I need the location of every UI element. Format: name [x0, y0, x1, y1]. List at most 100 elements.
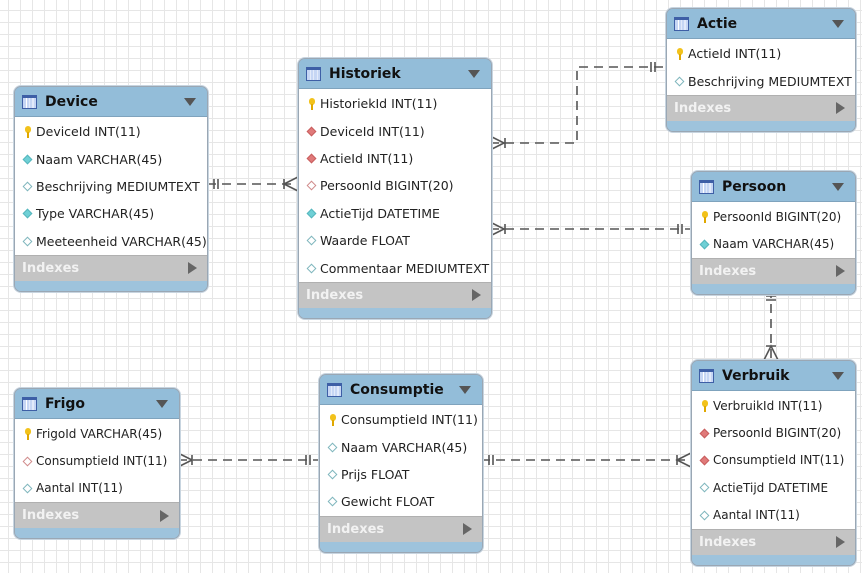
column-row[interactable]: PersoonId BIGINT(20)	[299, 172, 491, 199]
column-row[interactable]: ActieId INT(11)	[299, 145, 491, 172]
table-footer	[15, 528, 179, 539]
column-row[interactable]: Aantal INT(11)	[15, 475, 179, 502]
column-text: Beschrijving MEDIUMTEXT	[688, 73, 852, 89]
table-device[interactable]: Device DeviceId INT(11) Naam VARCHAR(45) B…	[14, 86, 208, 292]
column-row[interactable]: DeviceId INT(11)	[15, 118, 207, 145]
rel-persoon-historiek[interactable]	[489, 221, 691, 237]
column-row[interactable]: Waarde FLOAT	[299, 227, 491, 254]
expand-arrow-icon[interactable]	[188, 262, 197, 275]
nullable-column-icon	[326, 469, 338, 480]
collapse-arrow-icon[interactable]	[459, 385, 471, 394]
expand-arrow-icon[interactable]	[836, 102, 845, 115]
table-header[interactable]: Consumptie	[320, 375, 482, 405]
indexes-label: Indexes	[674, 100, 732, 116]
rel-actie-historiek[interactable]	[489, 62, 666, 151]
column-text: DeviceId INT(11)	[36, 124, 141, 140]
table-name: Device	[45, 93, 98, 110]
column-row[interactable]: VerbruikId INT(11)	[692, 392, 855, 419]
expand-arrow-icon[interactable]	[836, 265, 845, 278]
table-name: Historiek	[329, 65, 401, 82]
indexes-section[interactable]: Indexes	[15, 502, 179, 529]
indexes-section[interactable]: Indexes	[692, 528, 855, 555]
primary-key-icon	[698, 210, 710, 223]
table-header[interactable]: Historiek	[299, 59, 491, 89]
rel-persoon-verbruik[interactable]	[763, 289, 779, 361]
column-row[interactable]: ConsumptieId INT(11)	[15, 447, 179, 474]
collapse-arrow-icon[interactable]	[184, 97, 196, 106]
column-list: ConsumptieId INT(11) Naam VARCHAR(45) Prij…	[320, 405, 482, 516]
column-row[interactable]: ActieTijd DATETIME	[299, 200, 491, 227]
indexes-section[interactable]: Indexes	[299, 281, 491, 308]
table-icon	[22, 94, 37, 109]
foreign-key-icon	[305, 126, 317, 137]
column-text: Gewicht FLOAT	[341, 494, 435, 510]
column-row[interactable]: ConsumptieId INT(11)	[320, 406, 482, 433]
column-row[interactable]: PersoonId BIGINT(20)	[692, 419, 855, 446]
table-header[interactable]: Actie	[667, 9, 855, 39]
collapse-arrow-icon[interactable]	[832, 371, 844, 380]
table-footer	[667, 120, 855, 131]
table-verbruik[interactable]: Verbruik VerbruikId INT(11) PersoonId BIG…	[691, 360, 856, 566]
not-null-column-icon	[698, 239, 710, 250]
column-text: ActieTijd DATETIME	[713, 480, 829, 495]
nullable-column-icon	[698, 482, 710, 493]
column-row[interactable]: Aantal INT(11)	[692, 502, 855, 529]
collapse-arrow-icon[interactable]	[468, 69, 480, 78]
column-row[interactable]: PersoonId BIGINT(20)	[692, 203, 855, 230]
table-footer	[15, 280, 207, 291]
indexes-section[interactable]: Indexes	[320, 515, 482, 542]
table-frigo[interactable]: Frigo FrigoId VARCHAR(45) ConsumptieId IN…	[14, 388, 180, 540]
column-row[interactable]: DeviceId INT(11)	[299, 117, 491, 144]
expand-arrow-icon[interactable]	[463, 523, 472, 536]
column-text: ConsumptieId INT(11)	[341, 412, 478, 428]
table-persoon[interactable]: Persoon PersoonId BIGINT(20) Naam VARCHAR…	[691, 171, 856, 295]
nullable-column-icon	[21, 236, 33, 247]
indexes-section[interactable]: Indexes	[15, 254, 207, 281]
table-consumptie[interactable]: Consumptie ConsumptieId INT(11) Naam VARC…	[319, 374, 483, 553]
column-text: ActieId INT(11)	[320, 150, 414, 166]
column-text: PersoonId BIGINT(20)	[713, 426, 842, 441]
rel-consumptie-frigo[interactable]	[177, 452, 319, 468]
column-row[interactable]: Prijs FLOAT	[320, 461, 482, 488]
column-row[interactable]: Gewicht FLOAT	[320, 488, 482, 515]
column-row[interactable]: ActieId INT(11)	[667, 40, 855, 67]
primary-key-icon	[21, 125, 33, 138]
column-list: VerbruikId INT(11) PersoonId BIGINT(20) Co…	[692, 391, 855, 529]
expand-arrow-icon[interactable]	[472, 289, 481, 302]
column-row[interactable]: Meeteenheid VARCHAR(45)	[15, 228, 207, 255]
column-row[interactable]: ActieTijd DATETIME	[692, 474, 855, 501]
primary-key-icon	[21, 427, 33, 440]
indexes-section[interactable]: Indexes	[692, 257, 855, 284]
collapse-arrow-icon[interactable]	[156, 399, 168, 408]
rel-consumptie-verbruik[interactable]	[481, 452, 692, 468]
table-historiek[interactable]: Historiek HistoriekId INT(11) DeviceId IN…	[298, 58, 492, 319]
table-header[interactable]: Device	[15, 87, 207, 117]
rel-device-historiek[interactable]	[207, 176, 299, 192]
column-row[interactable]: Commentaar MEDIUMTEXT	[299, 254, 491, 281]
primary-key-icon	[326, 413, 338, 426]
table-name: Persoon	[722, 178, 787, 195]
expand-arrow-icon[interactable]	[160, 509, 169, 522]
column-row[interactable]: Naam VARCHAR(45)	[320, 433, 482, 460]
collapse-arrow-icon[interactable]	[832, 182, 844, 191]
column-row[interactable]: FrigoId VARCHAR(45)	[15, 420, 179, 447]
indexes-section[interactable]: Indexes	[667, 94, 855, 121]
foreign-key-icon	[305, 153, 317, 164]
table-actie[interactable]: Actie ActieId INT(11) Beschrijving MEDIUM…	[666, 8, 856, 132]
not-null-column-icon	[21, 154, 33, 165]
column-text: Waarde FLOAT	[320, 233, 410, 249]
column-row[interactable]: Beschrijving MEDIUMTEXT	[667, 67, 855, 94]
collapse-arrow-icon[interactable]	[832, 19, 844, 28]
column-row[interactable]: Type VARCHAR(45)	[15, 200, 207, 227]
column-row[interactable]: Naam VARCHAR(45)	[692, 230, 855, 257]
column-row[interactable]: HistoriekId INT(11)	[299, 90, 491, 117]
expand-arrow-icon[interactable]	[836, 536, 845, 549]
column-text: Prijs FLOAT	[341, 466, 410, 482]
column-row[interactable]: ConsumptieId INT(11)	[692, 447, 855, 474]
table-header[interactable]: Frigo	[15, 389, 179, 419]
column-row[interactable]: Beschrijving MEDIUMTEXT	[15, 173, 207, 200]
table-header[interactable]: Verbruik	[692, 361, 855, 391]
nullable-foreign-key-icon	[305, 180, 317, 191]
column-row[interactable]: Naam VARCHAR(45)	[15, 145, 207, 172]
table-header[interactable]: Persoon	[692, 172, 855, 202]
